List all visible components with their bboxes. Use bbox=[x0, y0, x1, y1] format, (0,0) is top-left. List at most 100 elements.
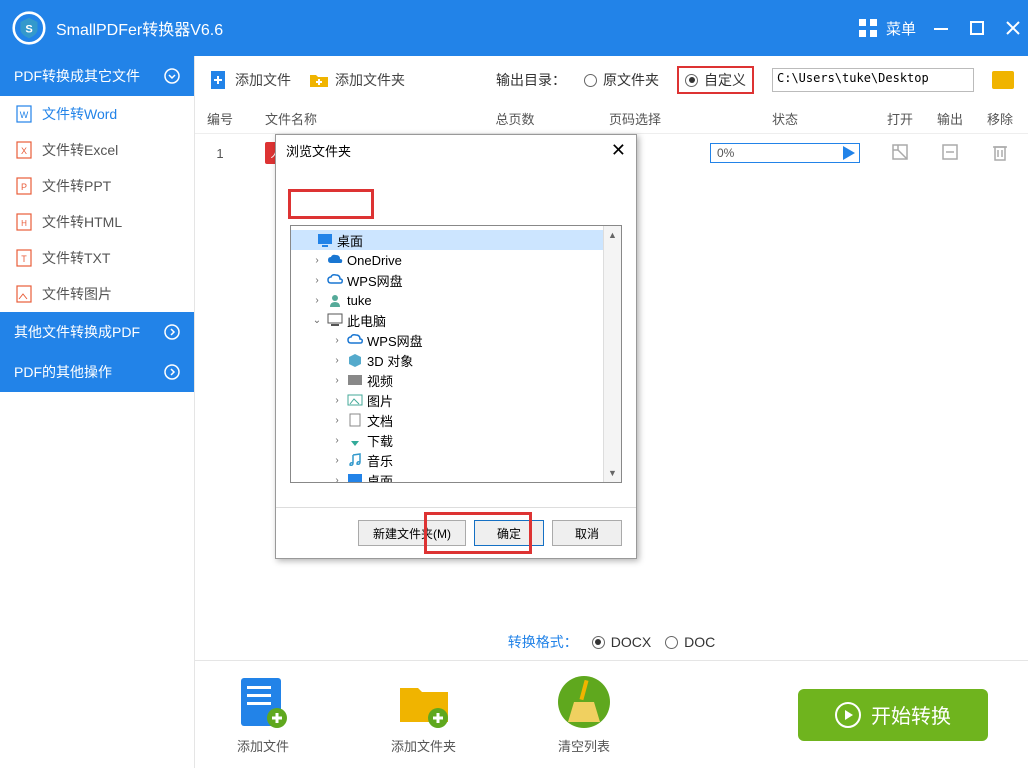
tree-label: 视频 bbox=[367, 371, 393, 390]
cancel-button[interactable]: 取消 bbox=[552, 520, 622, 546]
bottom-add-folder[interactable]: 添加文件夹 bbox=[391, 674, 456, 755]
radio-custom-folder[interactable]: 自定义 bbox=[677, 66, 754, 94]
radio-original-folder[interactable]: 原文件夹 bbox=[584, 70, 659, 90]
start-convert-button[interactable]: 开始转换 bbox=[798, 689, 988, 741]
item-label: 文件转Word bbox=[42, 104, 117, 124]
col-rm: 移除 bbox=[975, 109, 1025, 128]
tree-docs[interactable]: ›文档 bbox=[291, 410, 621, 430]
sidebar-group-other-to-pdf[interactable]: 其他文件转换成PDF bbox=[0, 312, 194, 352]
dialog-close-button[interactable]: ✕ bbox=[611, 140, 626, 161]
download-icon bbox=[347, 433, 363, 447]
folder-tree: 桌面 ›OneDrive ›WPS网盘 ›tuke ⌄此电脑 ›WPS网盘 ›3… bbox=[290, 225, 622, 483]
tree-label: 桌面 bbox=[337, 231, 363, 250]
progress-text: 0% bbox=[717, 146, 734, 160]
scroll-up-icon[interactable]: ▲ bbox=[604, 226, 621, 244]
tree-3dobjects[interactable]: ›3D 对象 bbox=[291, 350, 621, 370]
format-label: 转换格式： bbox=[508, 632, 578, 652]
item-label: 文件转图片 bbox=[42, 284, 112, 304]
sidebar-group-pdf-other-ops[interactable]: PDF的其他操作 bbox=[0, 352, 194, 392]
tree-onedrive[interactable]: ›OneDrive bbox=[291, 250, 621, 270]
dialog-title: 浏览文件夹 bbox=[286, 141, 351, 160]
ok-button[interactable]: 确定 bbox=[474, 520, 544, 546]
tree-label: tuke bbox=[347, 293, 372, 308]
menu-button[interactable]: 菜单 bbox=[858, 18, 916, 39]
tree-label: 3D 对象 bbox=[367, 351, 413, 370]
minimize-button[interactable] bbox=[934, 21, 948, 35]
group-label: PDF转换成其它文件 bbox=[14, 66, 140, 86]
tree-wps[interactable]: ›WPS网盘 bbox=[291, 270, 621, 290]
sidebar-item-image[interactable]: 文件转图片 bbox=[0, 276, 194, 312]
sidebar-item-txt[interactable]: T 文件转TXT bbox=[0, 240, 194, 276]
add-file-button[interactable]: 添加文件 bbox=[209, 70, 291, 90]
tree-label: WPS网盘 bbox=[367, 331, 423, 350]
doc-txt-icon: T bbox=[16, 249, 32, 267]
maximize-button[interactable] bbox=[970, 21, 984, 35]
sidebar-item-ppt[interactable]: P 文件转PPT bbox=[0, 168, 194, 204]
cloud-icon bbox=[327, 273, 343, 287]
sidebar-item-excel[interactable]: X 文件转Excel bbox=[0, 132, 194, 168]
svg-text:X: X bbox=[21, 146, 27, 156]
btn-label: 添加文件夹 bbox=[335, 70, 405, 90]
progress-bar[interactable]: 0% bbox=[710, 143, 860, 163]
format-docx[interactable]: DOCX bbox=[592, 634, 651, 650]
tree-wps2[interactable]: ›WPS网盘 bbox=[291, 330, 621, 350]
browse-folder-button[interactable] bbox=[992, 71, 1014, 89]
remove-icon[interactable] bbox=[990, 142, 1010, 162]
output-path-input[interactable]: C:\Users\tuke\Desktop bbox=[772, 68, 974, 92]
tree-videos[interactable]: ›视频 bbox=[291, 370, 621, 390]
svg-text:W: W bbox=[20, 110, 29, 120]
bottom-add-file[interactable]: 添加文件 bbox=[235, 674, 291, 755]
new-folder-button[interactable]: 新建文件夹(M) bbox=[358, 520, 466, 546]
doc-excel-icon: X bbox=[16, 141, 32, 159]
tree-scrollbar[interactable]: ▲ ▼ bbox=[603, 226, 621, 482]
pc-icon bbox=[327, 313, 343, 327]
bottom-clear-list[interactable]: 清空列表 bbox=[556, 674, 612, 755]
row-num: 1 bbox=[195, 146, 245, 161]
add-folder-button[interactable]: 添加文件夹 bbox=[309, 70, 405, 90]
group-label: 其他文件转换成PDF bbox=[14, 322, 140, 342]
highlight-desktop bbox=[288, 189, 374, 219]
menu-label: 菜单 bbox=[886, 18, 916, 39]
tree-user[interactable]: ›tuke bbox=[291, 290, 621, 310]
window-controls bbox=[934, 21, 1020, 35]
scroll-down-icon[interactable]: ▼ bbox=[604, 464, 621, 482]
item-label: 文件转TXT bbox=[42, 248, 110, 268]
btn-label: 清空列表 bbox=[558, 736, 610, 755]
btn-label: 开始转换 bbox=[871, 700, 951, 729]
cube-icon bbox=[347, 353, 363, 367]
close-button[interactable] bbox=[1006, 21, 1020, 35]
svg-text:H: H bbox=[21, 219, 27, 228]
radio-icon bbox=[584, 74, 597, 87]
toolbar: 添加文件 添加文件夹 输出目录： 原文件夹 自定义 C:\Users\tuke\… bbox=[195, 56, 1028, 104]
tree-desktop2[interactable]: ›桌面 bbox=[291, 470, 621, 483]
add-folder-big-icon bbox=[396, 674, 452, 730]
format-doc[interactable]: DOC bbox=[665, 634, 715, 650]
col-pages: 总页数 bbox=[455, 109, 575, 128]
output-icon[interactable] bbox=[940, 142, 960, 162]
browse-folder-dialog: 浏览文件夹 ✕ 桌面 ›OneDrive ›WPS网盘 ›tuke ⌄此电脑 ›… bbox=[275, 134, 637, 559]
desktop-icon bbox=[347, 473, 363, 483]
tree-label: 音乐 bbox=[367, 451, 393, 470]
expand-icon bbox=[164, 324, 180, 340]
sidebar-item-html[interactable]: H 文件转HTML bbox=[0, 204, 194, 240]
broom-icon bbox=[556, 674, 612, 730]
format-row: 转换格式： DOCX DOC bbox=[195, 624, 1028, 660]
svg-text:T: T bbox=[21, 254, 27, 264]
sidebar-item-word[interactable]: W 文件转Word bbox=[0, 96, 194, 132]
tree-label: 此电脑 bbox=[347, 311, 386, 330]
tree-desktop[interactable]: 桌面 bbox=[291, 230, 621, 250]
add-file-icon bbox=[209, 70, 229, 90]
play-icon bbox=[843, 146, 855, 160]
tree-music[interactable]: ›音乐 bbox=[291, 450, 621, 470]
col-name: 文件名称 bbox=[245, 109, 455, 128]
col-num: 编号 bbox=[195, 109, 245, 128]
open-icon[interactable] bbox=[890, 142, 910, 162]
tree-downloads[interactable]: ›下载 bbox=[291, 430, 621, 450]
item-label: 文件转PPT bbox=[42, 176, 111, 196]
app-logo-group: S SmallPDFer转换器V6.6 bbox=[12, 11, 223, 45]
tree-thispc[interactable]: ⌄此电脑 bbox=[291, 310, 621, 330]
sidebar-group-pdf-to-other[interactable]: PDF转换成其它文件 bbox=[0, 56, 194, 96]
play-circle-icon bbox=[835, 702, 861, 728]
dialog-button-row: 新建文件夹(M) 确定 取消 bbox=[276, 507, 636, 558]
tree-pictures[interactable]: ›图片 bbox=[291, 390, 621, 410]
